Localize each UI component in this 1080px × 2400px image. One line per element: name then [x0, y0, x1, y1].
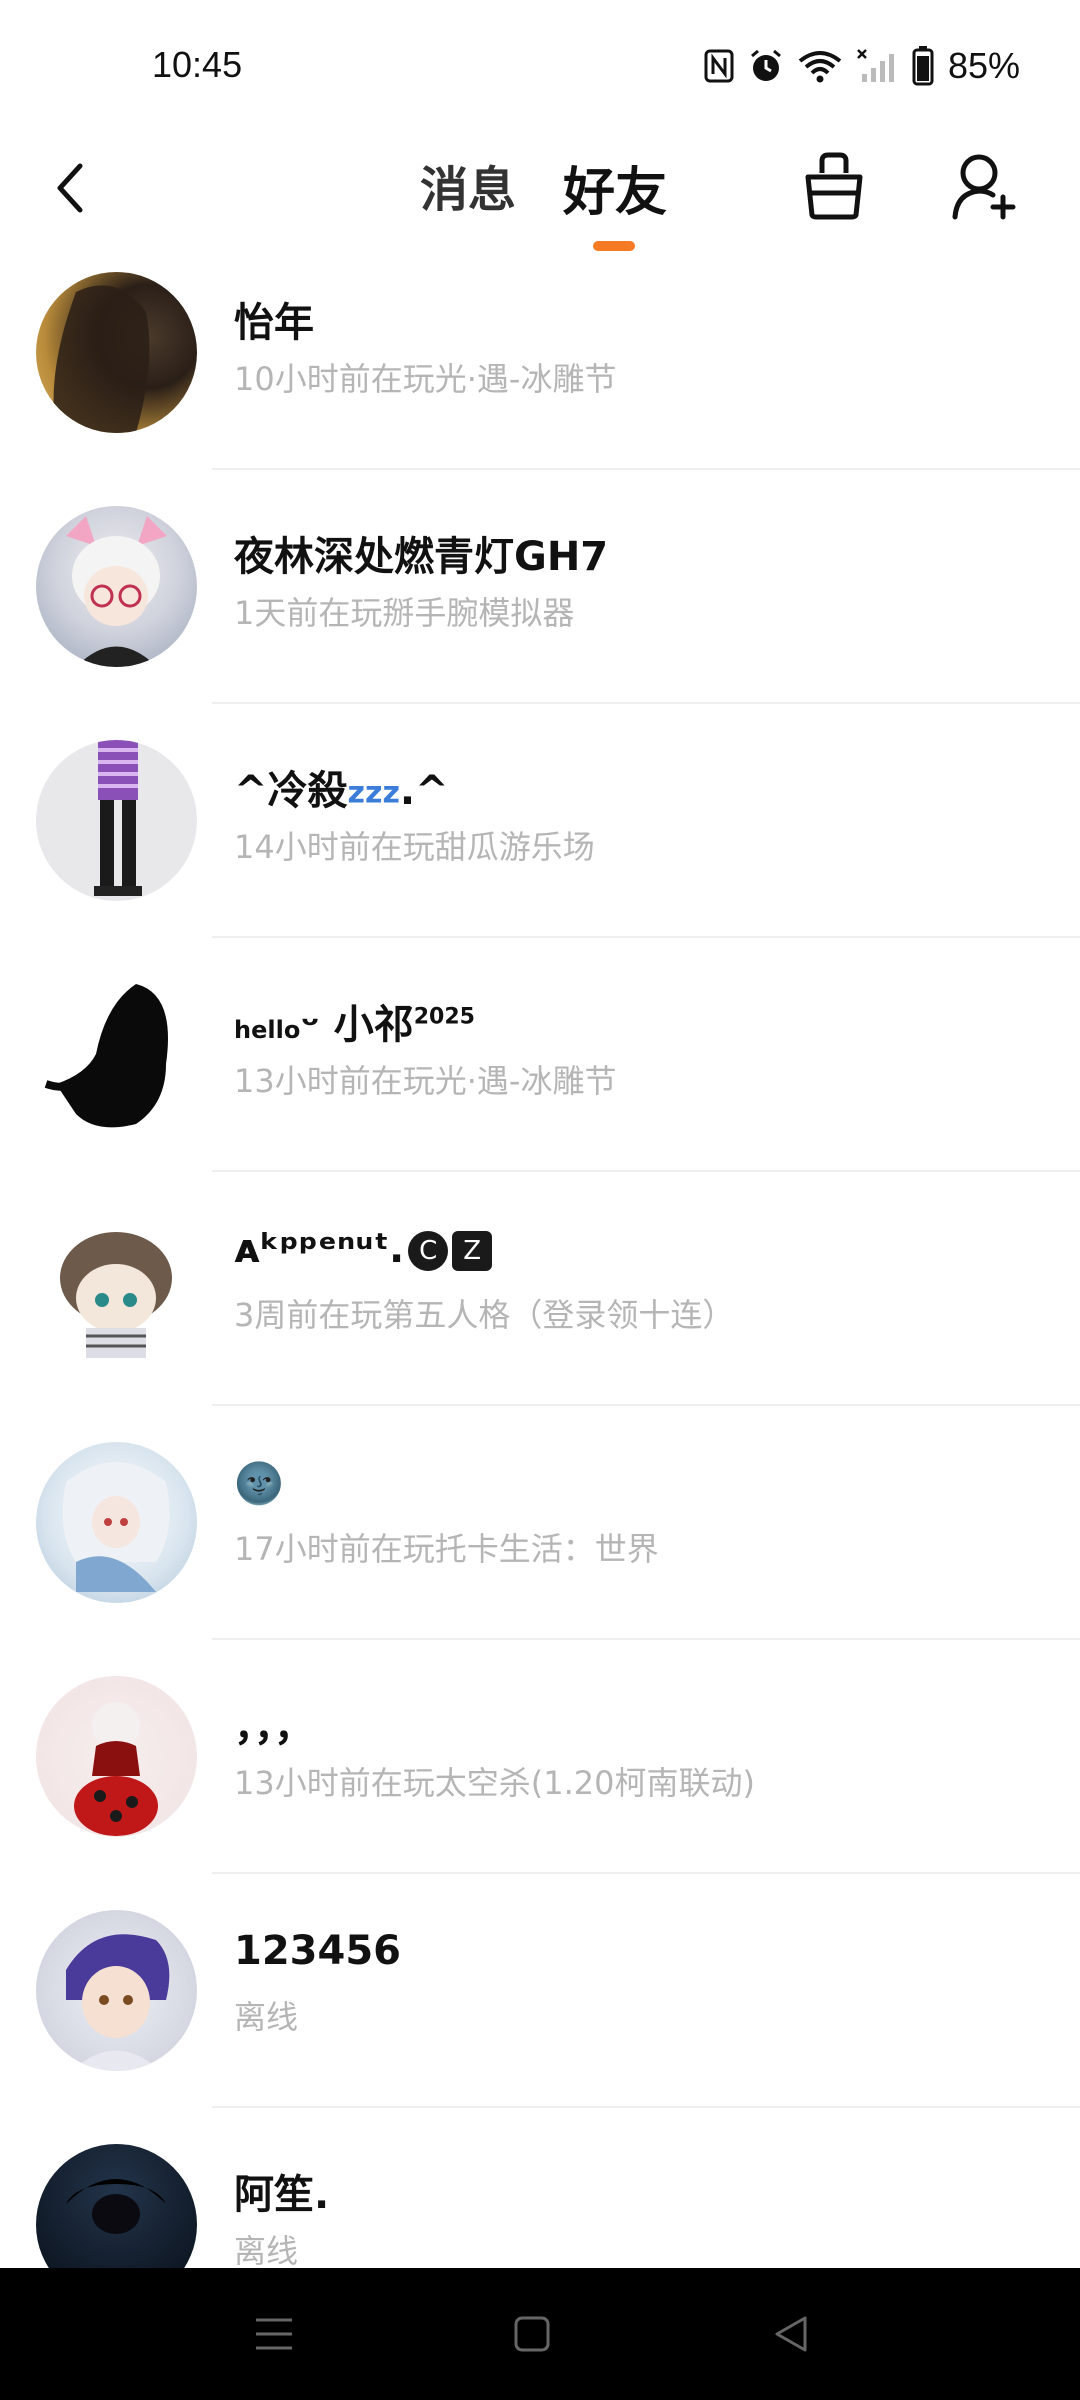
recent-apps-button[interactable] — [244, 2308, 304, 2360]
friend-status: 13小时前在玩光·遇-冰雕节 — [234, 1062, 617, 1100]
friend-status: 离线 — [234, 2232, 299, 2270]
avatar[interactable] — [36, 1442, 197, 1603]
battery-icon — [912, 46, 934, 86]
friend-status: 1天前在玩掰手腕模拟器 — [234, 594, 575, 632]
tab-messages[interactable]: 消息 — [420, 150, 516, 220]
friend-item[interactable]: helloᵕ 小祁2025 13小时前在玩光·遇-冰雕节 — [0, 964, 1080, 1198]
friend-item[interactable]: 夜林深处燃青灯GH7 1天前在玩掰手腕模拟器 — [0, 496, 1080, 730]
name-badge: Z — [452, 1231, 493, 1271]
friend-status: 17小时前在玩托卡生活：世界 — [234, 1530, 659, 1568]
avatar[interactable] — [36, 1676, 197, 1837]
friend-name: 🌚 — [234, 1461, 284, 1507]
avatar[interactable] — [36, 1208, 197, 1369]
home-square-icon — [514, 2316, 550, 2352]
avatar[interactable] — [36, 506, 197, 667]
divider — [212, 1872, 1080, 1874]
friend-list: 怡年 10小时前在玩光·遇-冰雕节 夜林深处燃青灯GH7 1天前在玩掰手腕模拟器 — [0, 262, 1080, 2368]
friend-name: 夜林深处燃青灯GH7 — [234, 534, 609, 580]
friend-name: 怡年 — [234, 300, 314, 346]
friend-name: 123456 — [234, 1928, 401, 1974]
friend-status: 14小时前在玩甜瓜游乐场 — [234, 828, 595, 866]
divider — [212, 1170, 1080, 1172]
back-triangle-icon — [775, 2316, 807, 2352]
friend-status: 13小时前在玩太空杀(1.20柯南联动) — [234, 1764, 755, 1802]
status-icons: 85% — [704, 44, 1020, 88]
divider — [212, 936, 1080, 938]
status-time: 10:45 — [152, 44, 243, 85]
friend-status: 3周前在玩第五人格（登录领十连） — [234, 1296, 735, 1334]
active-tab-indicator — [593, 241, 635, 251]
battery-percentage: 85% — [947, 45, 1020, 86]
divider — [212, 702, 1080, 704]
header: 消息 好友 — [0, 130, 1080, 251]
friend-item[interactable]: ，，， 13小时前在玩太空杀(1.20柯南联动) — [0, 1666, 1080, 1900]
avatar[interactable] — [36, 1910, 197, 2071]
system-nav-bar — [0, 2268, 1080, 2400]
divider — [212, 2106, 1080, 2108]
cleaner-button[interactable] — [792, 144, 876, 228]
friend-name: ，，， — [234, 1704, 314, 1750]
home-button[interactable] — [502, 2308, 562, 2360]
friend-item[interactable]: 123456 离线 — [0, 1900, 1080, 2134]
alarm-icon — [750, 49, 781, 81]
avatar[interactable] — [36, 974, 197, 1135]
friend-name: ^冷殺zzz.^ — [234, 768, 449, 814]
friend-item[interactable]: ^冷殺zzz.^ 14小时前在玩甜瓜游乐场 — [0, 730, 1080, 964]
divider — [212, 1404, 1080, 1406]
add-friend-icon — [952, 154, 1016, 220]
friend-name: ᴀᵏᵖᵖᵉⁿᵘᵗ. C Z — [234, 1226, 493, 1272]
tab-bar: 消息 好友 — [0, 130, 1080, 251]
cleaner-basket-icon — [805, 152, 863, 220]
friend-item[interactable]: 怡年 10小时前在玩光·遇-冰雕节 — [0, 262, 1080, 496]
tab-friends[interactable]: 好友 — [563, 150, 667, 225]
nfc-icon — [704, 49, 734, 83]
menu-icon — [256, 2318, 292, 2350]
friend-name: helloᵕ 小祁2025 — [234, 1002, 475, 1048]
friend-status: 10小时前在玩光·遇-冰雕节 — [234, 360, 617, 398]
avatar[interactable] — [36, 740, 197, 901]
friend-status: 离线 — [234, 1998, 299, 2036]
wifi-icon — [798, 51, 842, 83]
cellular-no-signal-icon — [857, 49, 894, 82]
divider — [212, 468, 1080, 470]
name-badge: C — [408, 1231, 449, 1271]
friend-item[interactable]: ᴀᵏᵖᵖᵉⁿᵘᵗ. C Z 3周前在玩第五人格（登录领十连） — [0, 1198, 1080, 1432]
divider — [212, 1638, 1080, 1640]
friend-item[interactable]: 🌚 17小时前在玩托卡生活：世界 — [0, 1432, 1080, 1666]
friend-name: 阿笙. — [234, 2172, 330, 2218]
system-back-button[interactable] — [760, 2308, 820, 2360]
avatar[interactable] — [36, 272, 197, 433]
status-bar: 10:45 85% — [0, 0, 1080, 130]
add-friend-button[interactable] — [942, 144, 1026, 228]
